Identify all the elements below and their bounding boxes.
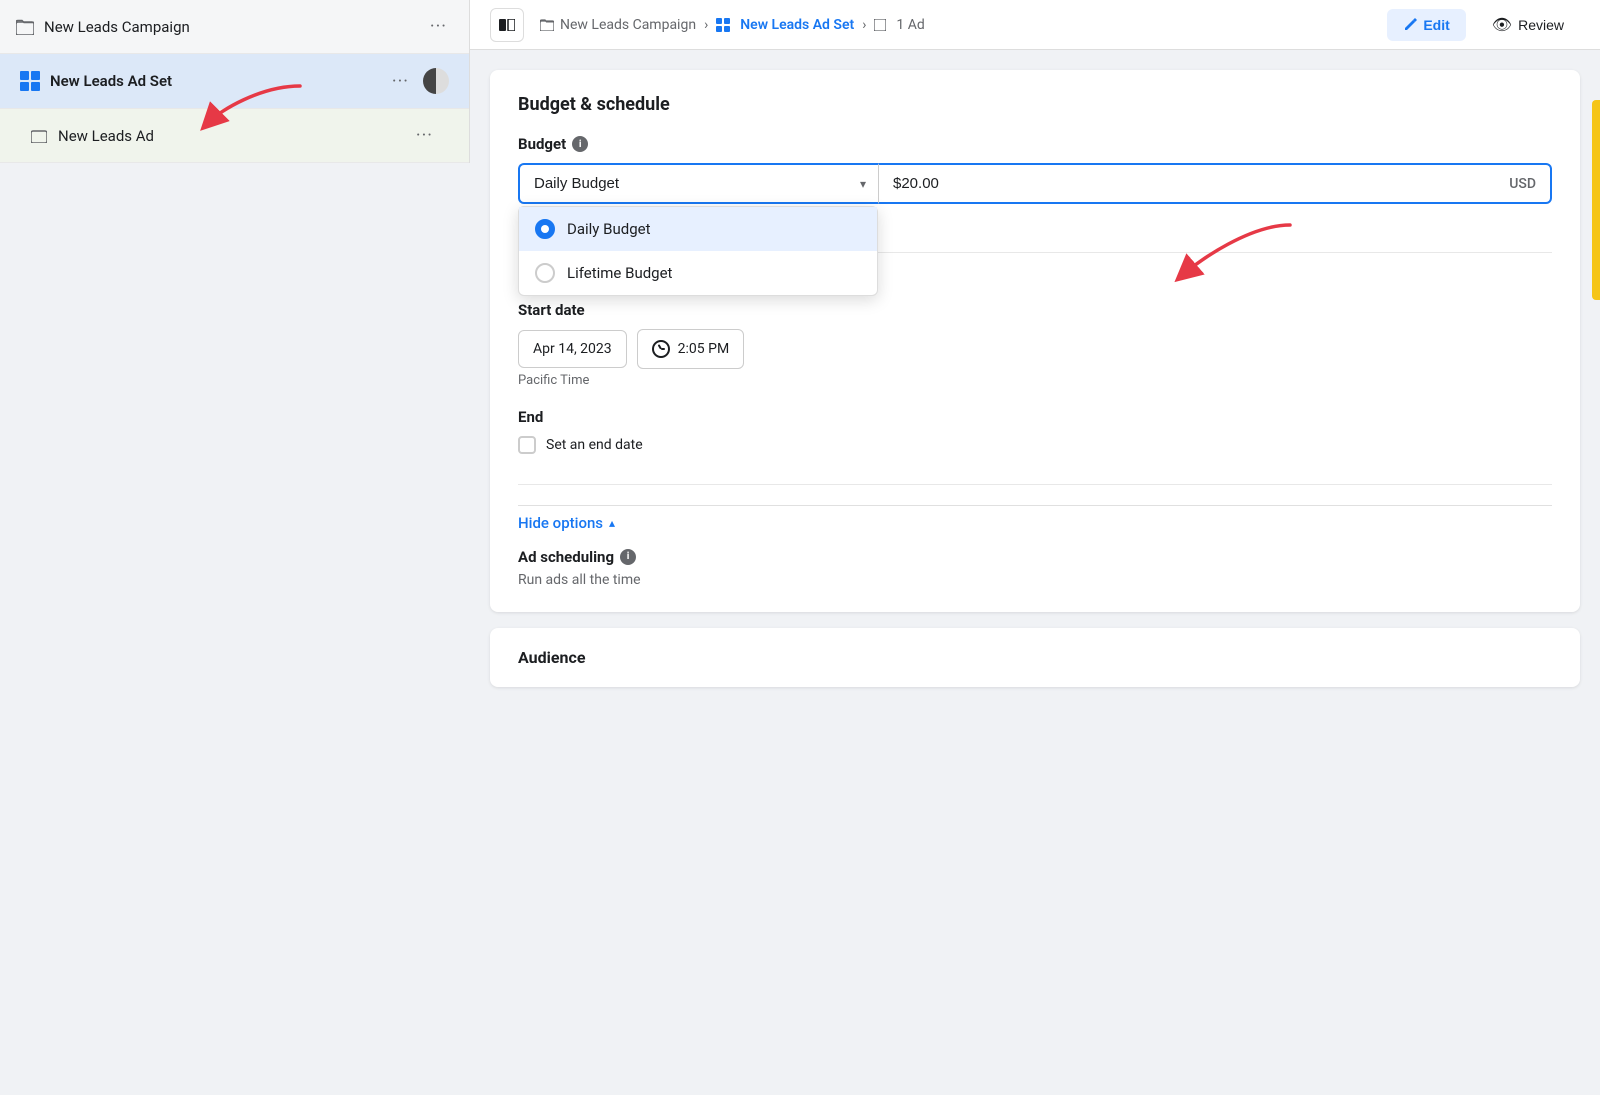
campaign-label: New Leads Campaign (44, 18, 424, 36)
breadcrumb-sep2: › (862, 17, 866, 33)
scroll-area[interactable]: Budget & schedule Budget i Daily Budget … (470, 50, 1600, 1095)
end-label-text: End (518, 408, 543, 426)
ad-scheduling-value: Run ads all the time (518, 572, 1552, 588)
budget-section-label: Budget i (518, 135, 1552, 153)
sidebar-item-adset[interactable]: New Leads Ad Set ··· (0, 54, 469, 109)
budget-row: Daily Budget Lifetime Budget ▾ Daily Bud… (518, 163, 1552, 204)
chevron-up-icon: ▴ (609, 516, 615, 530)
eye-icon: 👁 (1492, 15, 1512, 35)
dropdown-lifetime-label: Lifetime Budget (567, 264, 672, 282)
budget-select[interactable]: Daily Budget Lifetime Budget (518, 163, 878, 204)
start-date-input[interactable]: Apr 14, 2023 (518, 330, 627, 368)
end-date-checkbox[interactable] (518, 436, 536, 454)
breadcrumb-ad-label: 1 Ad (896, 17, 924, 33)
checkbox-row: Set an end date (518, 436, 1552, 454)
ad-scheduling-label: Ad scheduling i (518, 548, 1552, 566)
edit-button[interactable]: Edit (1387, 9, 1465, 41)
breadcrumb: New Leads Campaign › New Leads Ad Set › … (540, 17, 1387, 33)
main-content: New Leads Campaign › New Leads Ad Set › … (470, 0, 1600, 1095)
timezone-label: Pacific Time (518, 373, 1552, 388)
top-nav: New Leads Campaign › New Leads Ad Set › … (470, 0, 1600, 50)
start-date-label-text: Start date (518, 301, 585, 319)
clock-hand2 (661, 348, 665, 350)
dropdown-item-lifetime[interactable]: Lifetime Budget (519, 251, 877, 295)
ad-dots[interactable]: ··· (410, 123, 439, 148)
hide-options-row: Hide options ▴ (518, 505, 1552, 532)
nav-actions: Edit 👁 Review (1387, 7, 1580, 43)
budget-schedule-card: Budget & schedule Budget i Daily Budget … (490, 70, 1580, 612)
adset-dots[interactable]: ··· (386, 69, 415, 94)
breadcrumb-adset[interactable]: New Leads Ad Set (716, 17, 854, 33)
sidebar: New Leads Campaign ··· New Leads Ad Set … (0, 0, 470, 1095)
budget-amount-wrapper: USD (878, 163, 1552, 204)
edit-button-label: Edit (1423, 17, 1449, 33)
audience-card-title: Audience (518, 648, 1552, 667)
half-circle-icon[interactable] (423, 68, 449, 94)
sidebar-item-campaign[interactable]: New Leads Campaign ··· (0, 0, 469, 54)
end-date-label: Set an end date (546, 437, 643, 453)
hide-options-link[interactable]: Hide options (518, 514, 603, 532)
ad-scheduling-section: Ad scheduling i Run ads all the time (518, 548, 1552, 588)
budget-amount-input[interactable] (893, 175, 1509, 192)
budget-info-icon[interactable]: i (572, 136, 588, 152)
dropdown-daily-label: Daily Budget (567, 220, 650, 238)
start-time-input[interactable]: 2:05 PM (637, 329, 745, 369)
end-label: End (518, 408, 1552, 426)
radio-lifetime (535, 263, 555, 283)
start-date-label: Start date (518, 301, 1552, 319)
budget-select-wrapper: Daily Budget Lifetime Budget ▾ Daily Bud… (518, 163, 878, 204)
ad-scheduling-info-icon[interactable]: i (620, 549, 636, 565)
sidebar-item-ad[interactable]: New Leads Ad ··· (0, 109, 469, 163)
ad-folder-icon (30, 127, 48, 145)
ad-label: New Leads Ad (58, 127, 410, 145)
radio-daily-inner (541, 225, 549, 233)
start-date-value: Apr 14, 2023 (533, 341, 612, 357)
radio-daily (535, 219, 555, 239)
start-date-row: Apr 14, 2023 2:05 PM (518, 329, 1552, 369)
adset-grid-icon (20, 71, 40, 91)
breadcrumb-adset-icon (716, 18, 730, 32)
dropdown-item-daily[interactable]: Daily Budget (519, 207, 877, 251)
breadcrumb-sep1: › (704, 17, 708, 33)
folder-icon (16, 18, 34, 36)
breadcrumb-campaign-label: New Leads Campaign (560, 17, 696, 33)
start-time-value: 2:05 PM (678, 341, 730, 357)
adset-label: New Leads Ad Set (50, 72, 386, 90)
budget-label-text: Budget (518, 135, 566, 153)
clock-icon (652, 340, 670, 358)
budget-currency: USD (1509, 176, 1536, 192)
sidebar-nav: New Leads Campaign ··· New Leads Ad Set … (0, 0, 470, 163)
breadcrumb-campaign[interactable]: New Leads Campaign (540, 17, 696, 33)
ad-scheduling-label-text: Ad scheduling (518, 548, 614, 566)
section-divider-2 (518, 484, 1552, 485)
end-section: End Set an end date (518, 408, 1552, 454)
breadcrumb-adset-label: New Leads Ad Set (740, 17, 854, 33)
card-title: Budget & schedule (518, 94, 1552, 115)
breadcrumb-ad[interactable]: 1 Ad (874, 17, 924, 33)
audience-card-partial: Audience (490, 628, 1580, 687)
review-button-label: Review (1518, 17, 1564, 33)
review-button[interactable]: 👁 Review (1476, 7, 1580, 43)
campaign-dots[interactable]: ··· (424, 14, 453, 39)
sidebar-toggle-button[interactable] (490, 8, 524, 42)
budget-dropdown-menu: Daily Budget Lifetime Budget (518, 206, 878, 296)
